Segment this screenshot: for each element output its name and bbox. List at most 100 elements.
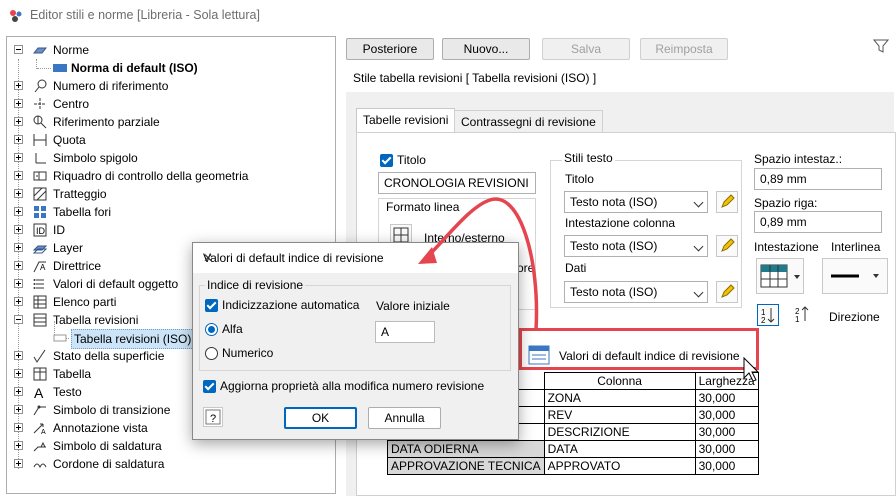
edge-symbol-icon	[35, 153, 46, 164]
row-spacing-field[interactable]: 0,89 mm	[754, 211, 882, 233]
new-button[interactable]: Nuovo...	[442, 38, 530, 60]
initial-value-field[interactable]: A	[375, 321, 435, 343]
table-icon	[33, 367, 47, 381]
expand-icon[interactable]	[14, 387, 23, 396]
table-cell[interactable]: DATA	[543, 440, 696, 458]
tab-revision-tables[interactable]: Tabelle revisioni	[356, 108, 456, 132]
table-cell[interactable]: 30,000	[694, 406, 759, 424]
header-spacing-label: Spazio intestaz.:	[754, 152, 843, 166]
expand-icon[interactable]	[14, 225, 23, 234]
auto-index-checkbox[interactable]	[205, 299, 218, 312]
tree-item-weld-bead[interactable]: Cordone di saldatura	[7, 455, 327, 473]
ok-button[interactable]: OK	[284, 407, 357, 429]
table-cell[interactable]: 30,000	[694, 423, 759, 441]
tree-item-datum-target[interactable]: Riferimento parziale	[7, 113, 327, 131]
expand-icon[interactable]	[14, 351, 23, 360]
numeric-radio[interactable]	[205, 347, 218, 360]
expand-icon[interactable]	[14, 441, 23, 450]
expand-icon[interactable]	[14, 189, 23, 198]
tree-item-hatch[interactable]: Tratteggio	[7, 185, 327, 203]
data-style-select[interactable]: Testo nota (ISO)	[564, 281, 708, 303]
tree-item-dimension[interactable]: Quota	[7, 131, 327, 149]
expand-icon[interactable]	[14, 153, 23, 162]
sort-down-icon: 12	[761, 308, 775, 325]
collapse-icon[interactable]	[14, 315, 23, 324]
line-format-label: Formato linea	[386, 200, 460, 214]
reset-button[interactable]: Reimposta	[640, 38, 728, 60]
parts-list-icon	[33, 295, 47, 309]
table-cell[interactable]: 30,000	[694, 389, 759, 407]
leader-icon: A	[33, 261, 46, 273]
tree-item-default-standard[interactable]: Norma di default (ISO)	[7, 59, 327, 77]
svg-text:1: 1	[795, 315, 800, 324]
tree-item-edge-symbol[interactable]: Simbolo spigolo	[7, 149, 327, 167]
header-position-dropdown[interactable]	[756, 258, 804, 294]
line-spacing-dropdown[interactable]	[822, 258, 888, 294]
header-spacing-field[interactable]: 0,89 mm	[754, 168, 882, 190]
save-button[interactable]: Salva	[542, 38, 630, 60]
title-style-edit-button[interactable]	[716, 191, 738, 213]
tab-revision-tags[interactable]: Contrassegni di revisione	[454, 110, 603, 132]
col-header-style-select[interactable]: Testo nota (ISO)	[564, 235, 708, 257]
svg-text:ID: ID	[36, 226, 46, 236]
cancel-button[interactable]: Annulla	[368, 407, 441, 429]
table-cell[interactable]: 30,000	[694, 440, 759, 458]
expand-icon[interactable]	[14, 171, 23, 180]
expand-icon[interactable]	[14, 405, 23, 414]
tree-item-id[interactable]: ID ID	[7, 221, 327, 239]
data-style-value: Testo nota (ISO)	[570, 285, 658, 299]
transition-symbol-icon	[33, 405, 46, 416]
expand-icon[interactable]	[14, 99, 23, 108]
tree-item-center[interactable]: Centro	[7, 95, 327, 113]
table-cell[interactable]: REV	[543, 406, 696, 424]
tree-item-feature-control[interactable]: Riquadro di controllo della geometria	[7, 167, 327, 185]
expand-icon[interactable]	[14, 369, 23, 378]
svg-text:?: ?	[210, 413, 216, 425]
table-cell[interactable]: ZONA	[543, 389, 696, 407]
table-cell[interactable]: DESCRIZIONE	[543, 423, 696, 441]
svg-text:A: A	[41, 429, 46, 435]
update-props-checkbox[interactable]	[203, 380, 216, 393]
expand-icon[interactable]	[14, 279, 23, 288]
title-style-select[interactable]: Testo nota (ISO)	[564, 191, 708, 213]
data-style-label: Dati	[565, 261, 587, 275]
pencil-icon	[721, 284, 735, 298]
table-row[interactable]: DATA ODIERNA DATA 30,000	[387, 440, 759, 458]
expand-icon[interactable]	[14, 81, 23, 90]
filter-icon[interactable]	[873, 38, 889, 54]
close-icon[interactable]: ✕	[203, 251, 508, 265]
back-button[interactable]: Posteriore	[346, 38, 434, 60]
revision-table-icon	[33, 313, 47, 327]
tree-item-hole-table[interactable]: Tabella fori	[7, 203, 327, 221]
expand-icon[interactable]	[14, 135, 23, 144]
direction-down-button[interactable]: 12	[757, 304, 779, 326]
revision-index-group-label: Indice di revisione	[205, 278, 306, 292]
collapse-icon[interactable]	[14, 45, 23, 54]
expand-icon[interactable]	[14, 297, 23, 306]
column-header-width: Larghezza	[694, 372, 759, 390]
expand-icon[interactable]	[14, 459, 23, 468]
tree-item-norme[interactable]: Norme	[7, 41, 327, 59]
table-cell[interactable]: APPROVATO	[543, 457, 696, 475]
title-text-field[interactable]: CRONOLOGIA REVISIONI	[378, 172, 536, 194]
data-style-edit-button[interactable]	[716, 281, 738, 303]
title-checkbox[interactable]	[380, 154, 393, 167]
expand-icon[interactable]	[14, 117, 23, 126]
direction-up-button[interactable]: 21	[792, 304, 814, 326]
highlight-box	[519, 328, 759, 370]
col-header-style-edit-button[interactable]	[716, 235, 738, 257]
expand-icon[interactable]	[14, 243, 23, 252]
expand-icon[interactable]	[14, 261, 23, 270]
expand-icon[interactable]	[14, 207, 23, 216]
col-header-style-value: Testo nota (ISO)	[570, 239, 658, 253]
table-header-icon	[760, 264, 800, 288]
expand-icon[interactable]	[14, 423, 23, 432]
alpha-radio[interactable]	[205, 323, 218, 336]
object-defaults-icon	[33, 279, 44, 289]
table-cell[interactable]: APPROVAZIONE TECNICA	[387, 457, 545, 475]
table-row[interactable]: APPROVAZIONE TECNICA APPROVATO 30,000	[387, 457, 759, 475]
tree-item-balloon[interactable]: Numero di riferimento	[7, 77, 327, 95]
help-button[interactable]: ?	[203, 407, 223, 427]
table-cell[interactable]: DATA ODIERNA	[387, 440, 545, 458]
table-cell[interactable]: 30,000	[694, 457, 759, 475]
